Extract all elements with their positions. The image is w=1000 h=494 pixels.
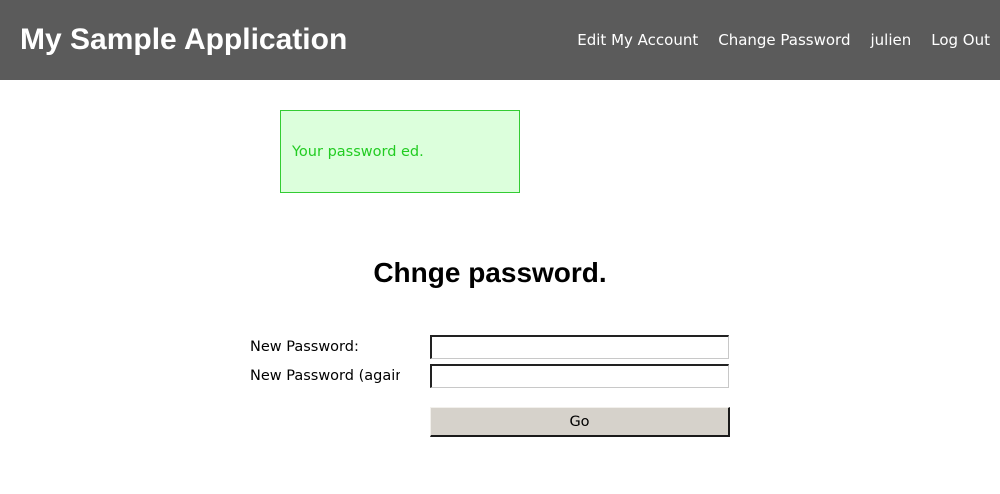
nav-log-out-link[interactable]: Log Out	[931, 30, 990, 50]
app-title: My Sample Application	[20, 23, 348, 56]
nav-edit-account-link[interactable]: Edit My Account	[577, 30, 698, 50]
new-password-again-input[interactable]	[430, 364, 729, 388]
flash-message-text: Your password ed.	[292, 143, 424, 160]
page-title: Chnge password.	[373, 257, 607, 288]
app-header: My Sample Application Edit My Account Ch…	[0, 0, 1000, 80]
new-password-input[interactable]	[430, 335, 729, 359]
header-nav: Edit My Account Change Password julien L…	[577, 30, 990, 50]
flash-message-box: Your password ed.	[280, 110, 520, 193]
go-button[interactable]: Go	[430, 407, 730, 437]
new-password-label: New Password:	[250, 339, 359, 355]
nav-username-link[interactable]: julien	[870, 30, 911, 50]
new-password-again-label: New Password (again):	[250, 368, 400, 384]
nav-change-password-link[interactable]: Change Password	[718, 30, 850, 50]
